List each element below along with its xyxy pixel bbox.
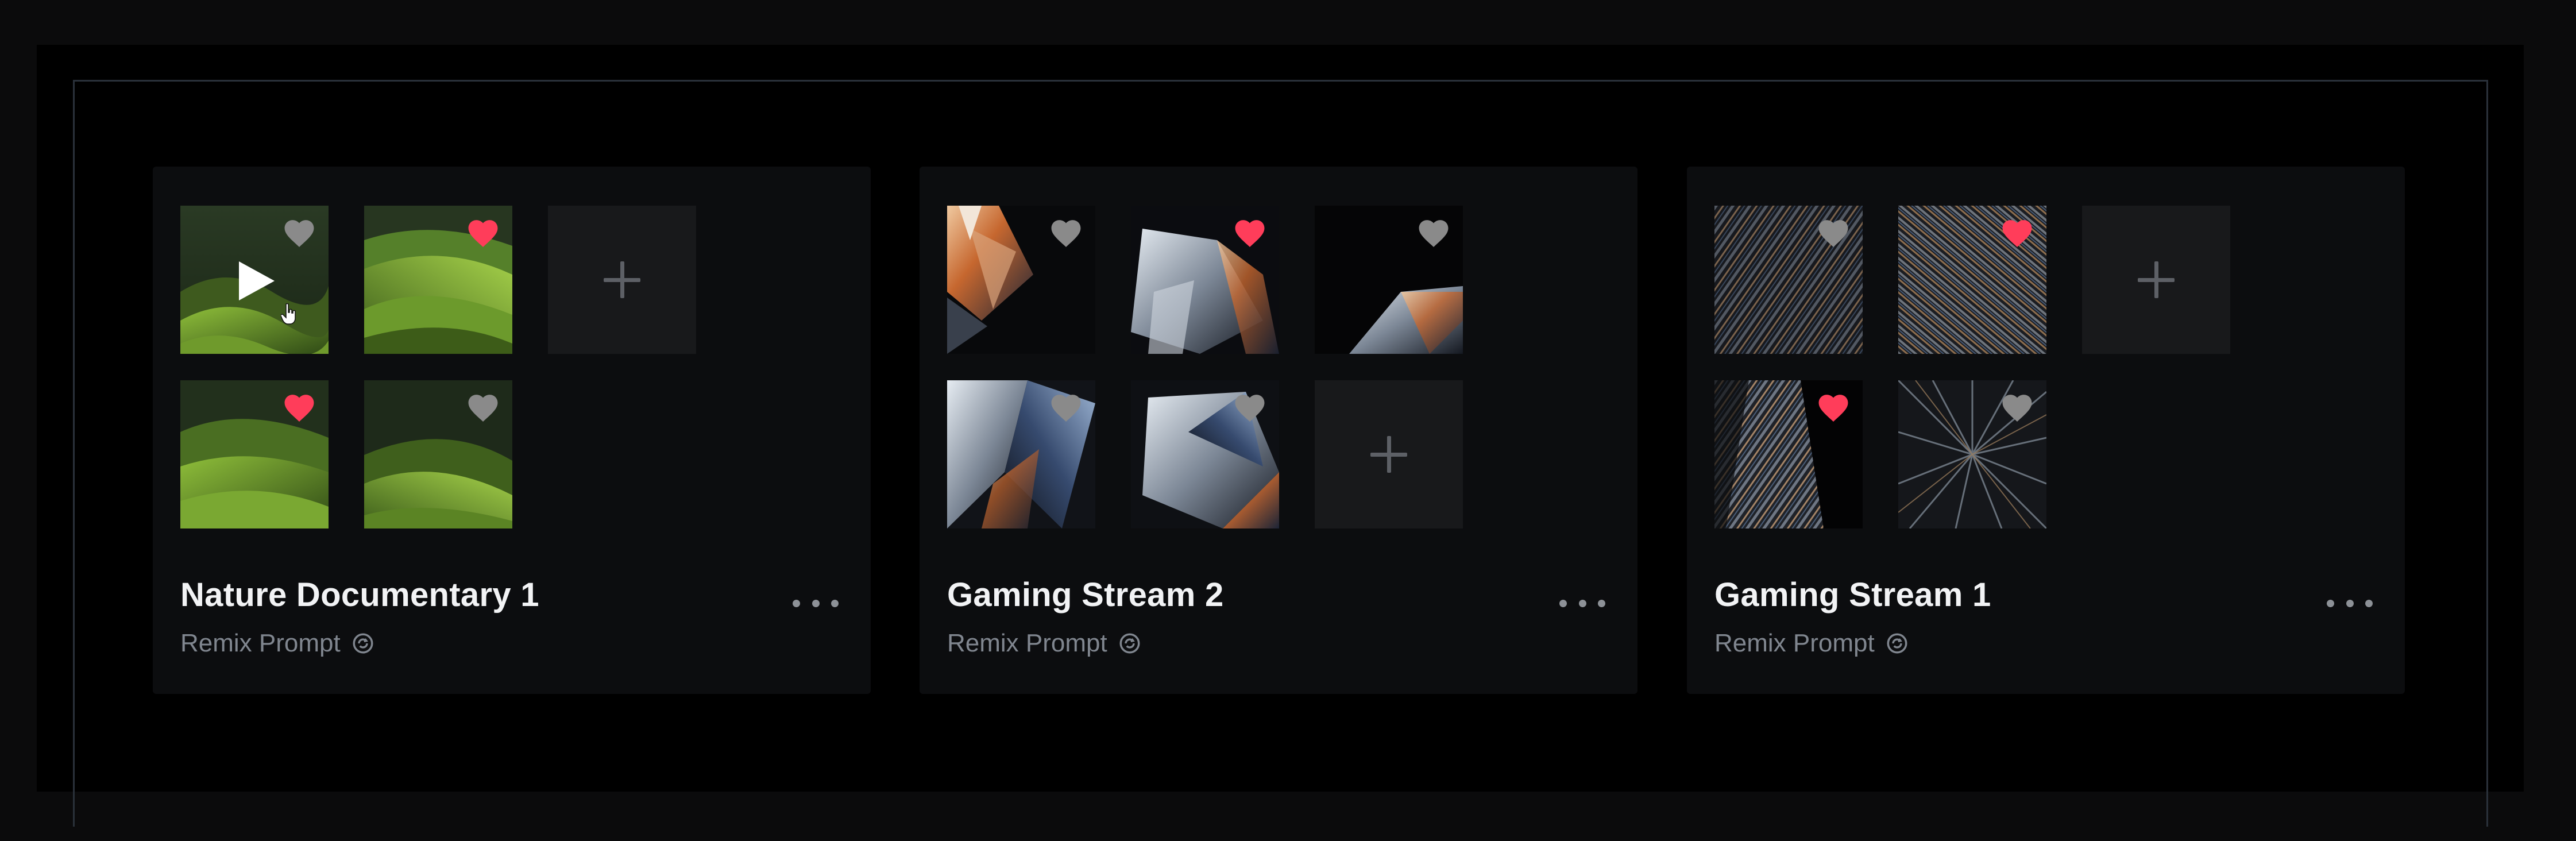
collection-card[interactable]: Gaming Stream 1 Remix Prompt [1687,167,2405,694]
thumbnail[interactable] [1898,380,2046,528]
remix-icon [1119,633,1140,654]
pointer-cursor-icon [281,303,296,325]
thumbnail[interactable] [180,380,329,528]
more-options-button[interactable] [793,592,839,615]
thumbnail[interactable] [180,206,329,354]
heart-icon[interactable] [465,391,501,423]
card-title: Gaming Stream 2 [947,576,1224,614]
heart-icon[interactable] [1416,216,1451,248]
add-thumbnail-button[interactable] [548,206,696,354]
thumbnail[interactable] [1315,206,1463,354]
thumbnail[interactable] [947,380,1095,528]
heart-icon[interactable] [1999,391,2035,423]
heart-icon[interactable] [281,391,317,423]
collection-card[interactable]: Gaming Stream 2 Remix Prompt [920,167,1637,694]
heart-icon[interactable] [1816,216,1851,248]
play-icon[interactable] [237,260,277,302]
remix-prompt-link[interactable]: Remix Prompt [1714,626,1909,661]
remix-prompt-label: Remix Prompt [947,629,1107,657]
thumbnail[interactable] [947,206,1095,354]
heart-icon[interactable] [1232,216,1268,248]
thumbnail[interactable] [1898,206,2046,354]
remix-prompt-link[interactable]: Remix Prompt [180,626,375,661]
plus-icon [2138,261,2175,298]
remix-prompt-label: Remix Prompt [1714,629,1875,657]
thumbnail[interactable] [1714,206,1863,354]
heart-icon[interactable] [1232,391,1268,423]
more-options-button[interactable] [2327,592,2373,615]
thumbnail[interactable] [1714,380,1863,528]
plus-icon [604,261,640,298]
thumbnail[interactable] [364,380,512,528]
heart-icon[interactable] [281,216,317,248]
heart-icon[interactable] [465,216,501,248]
heart-icon[interactable] [1816,391,1851,423]
more-options-button[interactable] [1559,592,1605,615]
thumbnail[interactable] [1131,380,1279,528]
heart-icon[interactable] [1999,216,2035,248]
plus-icon [1370,436,1407,473]
remix-prompt-label: Remix Prompt [180,629,341,657]
add-thumbnail-button[interactable] [1315,380,1463,528]
card-title: Nature Documentary 1 [180,576,539,614]
collection-card[interactable]: Nature Documentary 1 Remix Prompt [153,167,871,694]
heart-icon[interactable] [1048,391,1084,423]
remix-icon [353,633,373,654]
thumbnail[interactable] [1131,206,1279,354]
add-thumbnail-button[interactable] [2082,206,2230,354]
heart-icon[interactable] [1048,216,1084,248]
remix-icon [1887,633,1907,654]
thumbnail[interactable] [364,206,512,354]
card-title: Gaming Stream 1 [1714,576,1991,614]
remix-prompt-link[interactable]: Remix Prompt [947,626,1142,661]
